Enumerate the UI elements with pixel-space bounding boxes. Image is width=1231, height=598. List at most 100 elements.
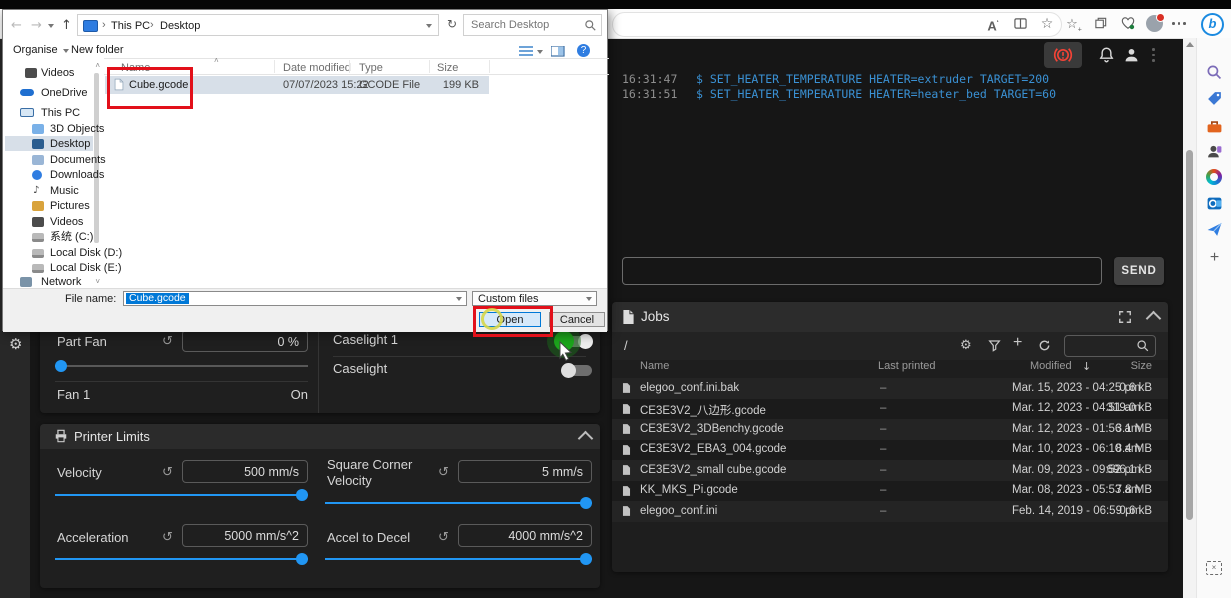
sidebar-drop-icon[interactable] [1206,221,1223,238]
jobs-row[interactable]: elegoo_conf.ini.bak – Mar. 15, 2023 - 04… [612,378,1168,399]
acceleration-reset-icon[interactable]: ↺ [162,530,173,545]
acceleration-input[interactable]: 5000 mm/s^2 [182,524,308,547]
favorite-star-icon[interactable]: ☆ [1036,9,1058,38]
refresh-icon[interactable]: ↻ [447,17,457,31]
collapse-chevron-icon[interactable] [578,431,594,447]
acceleration-slider[interactable] [55,553,308,565]
forward-arrow-icon[interactable]: → [31,18,42,33]
accel-to-decel-input[interactable]: 4000 mm/s^2 [458,524,592,547]
breadcrumb-desktop[interactable]: Desktop [160,20,200,32]
jobs-settings-gear-icon[interactable]: ⚙ [960,338,972,353]
favorites-bar-icon[interactable]: ☆+ [1063,9,1085,38]
this-pc-icon [83,20,98,32]
new-folder-button[interactable]: New folder [71,44,124,56]
velocity-reset-icon[interactable]: ↺ [162,465,173,480]
send-button[interactable]: SEND [1114,257,1164,285]
column-header-size[interactable]: Size [437,62,458,74]
add-file-plus-icon[interactable]: + [1013,334,1022,352]
notifications-bell-icon[interactable] [1097,45,1116,65]
history-dropdown-caret-icon[interactable] [48,24,54,28]
scrollbar-thumb[interactable] [1186,150,1193,520]
search-input[interactable] [469,18,583,32]
jobs-row[interactable]: CE3E3V2_small cube.gcode – Mar. 09, 2023… [612,460,1168,481]
sidebar-add-plus-icon[interactable]: + [1206,249,1223,266]
bing-chat-icon[interactable]: b [1201,13,1224,36]
part-fan-slider[interactable] [55,360,308,372]
sidebar-people-icon[interactable] [1206,143,1223,160]
view-dropdown-caret-icon[interactable] [537,50,543,54]
desktop-icon [32,139,44,149]
account-person-icon[interactable] [1122,45,1141,65]
help-icon[interactable]: ? [577,44,590,57]
square-corner-velocity-input[interactable]: 5 mm/s [458,460,592,483]
col-modified[interactable]: Modified [1030,360,1072,372]
col-last-printed[interactable]: Last printed [878,360,935,372]
more-menu-icon[interactable] [1170,9,1188,38]
console-timestamp: 16:31:47 [622,72,680,86]
scroll-up-arrow-icon[interactable] [1186,42,1194,47]
browser-essentials-icon[interactable] [1117,9,1139,38]
part-fan-input[interactable]: 0 % [182,330,308,352]
fullscreen-icon[interactable] [1118,310,1132,324]
caselight-toggle[interactable] [562,365,592,376]
col-size[interactable]: Size [1131,360,1152,372]
velocity-input[interactable]: 500 mm/s [182,460,308,483]
settings-gear-icon[interactable]: ⚙ [9,335,22,353]
3d-objects-icon [32,124,44,134]
sidebar-search-icon[interactable] [1206,64,1223,81]
split-screen-icon[interactable] [1009,9,1031,38]
refresh-icon[interactable] [1038,339,1051,352]
column-header-type[interactable]: Type [359,62,383,74]
file-name-combobox[interactable]: Cube.gcode [123,291,467,306]
accel-to-decel-slider[interactable] [325,553,592,565]
pane-scroll-down-icon[interactable]: ˅ [95,277,100,286]
job-size: 0.6 kB [1119,505,1152,517]
column-header-date[interactable]: Date modified [283,62,351,74]
combobox-caret-icon[interactable] [456,297,462,301]
file-type-select[interactable]: Custom files [472,291,597,306]
kebab-menu-icon[interactable] [1152,41,1155,69]
address-dropdown-caret-icon[interactable] [426,24,432,28]
jobs-panel-header[interactable]: Jobs [612,302,1168,332]
collections-icon[interactable] [1090,9,1112,38]
screen: ⚙ 16:31:47 $ SET_HEATER_TEMPERATURE HEAT… [0,0,1231,598]
pane-scroll-up-icon[interactable]: ˄ [95,61,100,70]
square-corner-velocity-reset-icon[interactable]: ↺ [438,465,449,480]
accel-to-decel-reset-icon[interactable]: ↺ [438,530,449,545]
address-breadcrumb-box[interactable]: › This PC › Desktop [77,14,439,36]
back-arrow-icon[interactable]: ← [11,18,22,33]
this-pc-icon [20,108,34,117]
collapse-chevron-icon[interactable] [1146,311,1162,327]
sidebar-microsoft-365-icon[interactable] [1206,169,1222,185]
jobs-row[interactable]: CE3E3V2_3DBenchy.gcode – Mar. 12, 2023 -… [612,419,1168,440]
read-aloud-icon[interactable]: Aʻ [982,9,1004,38]
pictures-icon [32,201,44,211]
console-input[interactable] [622,257,1102,285]
organise-menu[interactable]: Organise [13,44,69,56]
jobs-row[interactable]: CE3E3V2_EBA3_004.gcode – Mar. 10, 2023 -… [612,440,1168,461]
velocity-slider[interactable] [55,489,308,501]
drive-icon [32,249,44,258]
sidebar-screenshot-icon[interactable]: × [1206,561,1222,575]
page-scrollbar[interactable] [1183,38,1196,598]
select-caret-icon[interactable] [586,297,592,301]
breadcrumb-this-pc[interactable]: This PC [111,20,150,32]
profile-avatar[interactable] [1146,15,1163,32]
filter-funnel-icon[interactable] [988,339,1001,352]
sidebar-tools-icon[interactable] [1206,118,1223,135]
jobs-search-box[interactable] [1064,335,1156,357]
jobs-row[interactable]: elegoo_conf.ini – Feb. 14, 2019 - 06:59 … [612,501,1168,522]
printer-limits-header[interactable]: Printer Limits [40,424,600,449]
square-corner-velocity-slider[interactable] [325,497,592,509]
up-arrow-icon[interactable]: ↑ [61,18,72,33]
col-name[interactable]: Name [640,360,669,372]
jobs-row[interactable]: KK_MKS_Pi.gcode – Mar. 08, 2023 - 05:53 … [612,481,1168,502]
emergency-stop-button[interactable] [1044,42,1082,68]
sidebar-shopping-icon[interactable] [1206,90,1223,107]
jobs-current-path[interactable]: / [624,338,628,353]
jobs-row[interactable]: CE3E3V2_八边形.gcode – Mar. 12, 2023 - 04:5… [612,399,1168,420]
part-fan-reset-icon[interactable]: ↺ [162,334,173,349]
sidebar-outlook-icon[interactable] [1206,195,1223,212]
search-box[interactable] [463,14,602,36]
cancel-button[interactable]: Cancel [549,312,605,327]
